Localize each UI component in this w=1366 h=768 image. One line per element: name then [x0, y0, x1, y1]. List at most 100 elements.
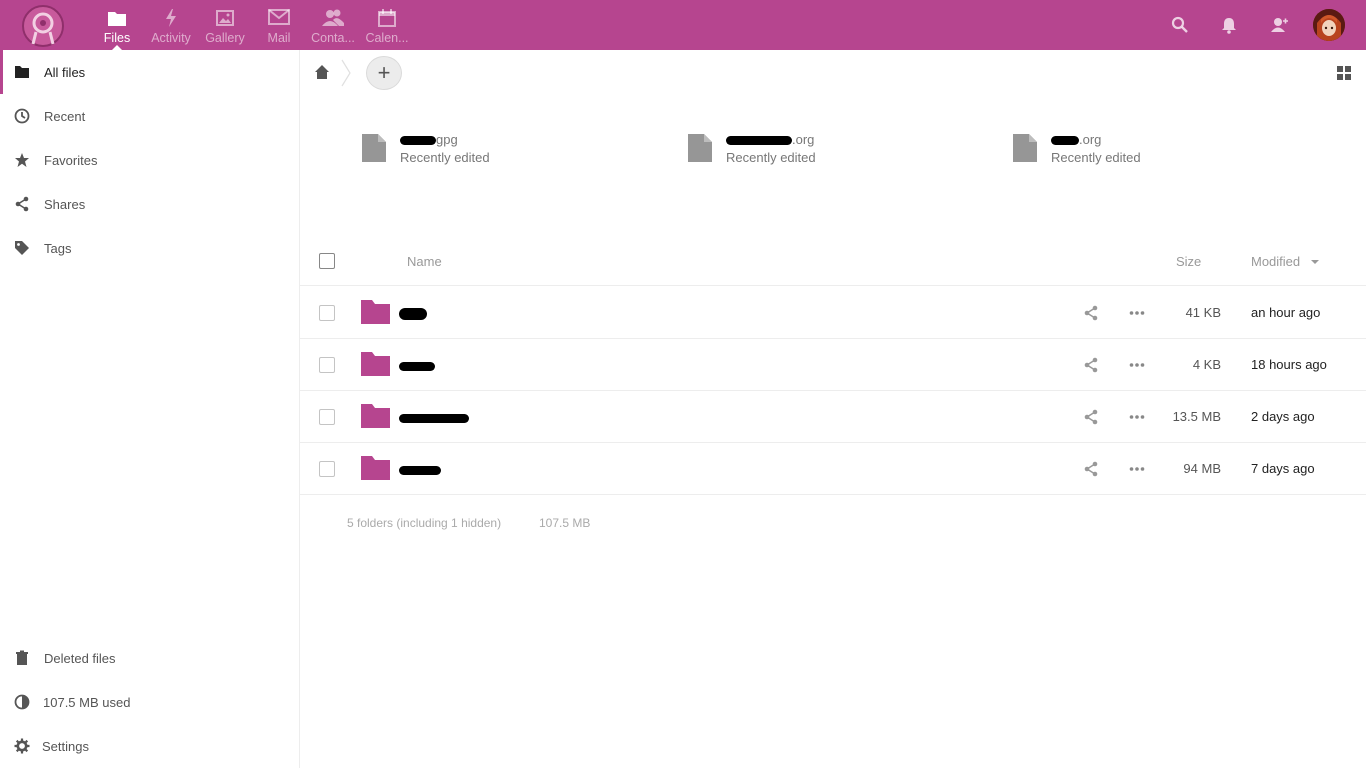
sidebar-item-label: Shares	[44, 197, 86, 212]
tag-icon	[15, 241, 29, 255]
sidebar: All files Recent Favorites Shares Tags D…	[0, 50, 300, 768]
app-calendar[interactable]: Calen...	[360, 0, 414, 50]
home-icon[interactable]	[314, 64, 330, 80]
calendar-icon	[378, 9, 396, 27]
app-files-label: Files	[103, 31, 131, 45]
file-modified: an hour ago	[1251, 305, 1321, 320]
recent-file-card[interactable]: .org Recently edited	[688, 130, 988, 174]
more-actions-icon[interactable]	[1129, 305, 1145, 321]
file-size: 4 KB	[1192, 357, 1221, 372]
recent-file-subtitle: Recently edited	[726, 150, 816, 165]
sidebar-item-quota: 107.5 MB used	[0, 680, 299, 724]
folder-icon	[15, 66, 29, 78]
folder-icon	[361, 352, 390, 376]
app-files[interactable]: Files	[90, 0, 144, 50]
sidebar-item-settings[interactable]: Settings	[0, 724, 299, 768]
main-content: + gpg Recently edited .org Recently edit…	[300, 50, 1366, 768]
notifications-icon[interactable]	[1219, 15, 1239, 35]
app-calendar-label: Calen...	[365, 31, 409, 45]
summary-count: 5 folders (including 1 hidden)	[347, 516, 502, 530]
row-checkbox[interactable]	[319, 461, 335, 477]
clock-icon	[14, 108, 30, 124]
recent-file-subtitle: Recently edited	[1051, 150, 1141, 165]
share-icon	[15, 196, 29, 212]
sidebar-item-deleted-files[interactable]: Deleted files	[0, 636, 299, 680]
file-icon	[1013, 134, 1037, 162]
sidebar-item-tags[interactable]: Tags	[0, 226, 299, 270]
app-mail-label: Mail	[267, 31, 291, 45]
file-name-redacted[interactable]	[399, 462, 441, 476]
share-icon[interactable]	[1083, 461, 1099, 477]
table-row[interactable]: 94 MB 7 days ago	[300, 443, 1366, 495]
app-contacts[interactable]: Conta...	[306, 0, 360, 50]
row-checkbox[interactable]	[319, 357, 335, 373]
sidebar-item-label: Favorites	[44, 153, 98, 168]
avatar[interactable]	[1313, 9, 1345, 41]
lightning-icon	[166, 9, 176, 27]
share-icon[interactable]	[1083, 357, 1099, 373]
file-modified: 18 hours ago	[1251, 357, 1327, 372]
file-size: 13.5 MB	[1172, 409, 1221, 424]
app-menu: Files Activity Gallery Mail Conta... Cal…	[90, 0, 414, 50]
share-icon[interactable]	[1083, 305, 1099, 321]
recent-file-card[interactable]: .org Recently edited	[1013, 130, 1313, 174]
file-name-redacted[interactable]	[399, 306, 427, 321]
table-row[interactable]: 13.5 MB 2 days ago	[300, 391, 1366, 443]
row-checkbox[interactable]	[319, 305, 335, 321]
redaction-mark	[1051, 136, 1079, 146]
summary-total-size: 107.5 MB	[539, 516, 591, 530]
sort-descending-icon	[1311, 260, 1319, 264]
table-row[interactable]: 4 KB 18 hours ago	[300, 339, 1366, 391]
recent-file-card[interactable]: gpg Recently edited	[362, 130, 662, 174]
app-gallery-label: Gallery	[205, 31, 245, 45]
grid-view-icon[interactable]	[1336, 65, 1352, 81]
app-mail[interactable]: Mail	[252, 0, 306, 50]
table-row[interactable]: 41 KB an hour ago	[300, 287, 1366, 339]
redaction-mark	[399, 308, 427, 321]
sidebar-item-label: Deleted files	[44, 651, 116, 666]
column-size[interactable]: Size	[1176, 254, 1201, 269]
gear-icon	[14, 738, 30, 754]
new-file-button[interactable]: +	[366, 56, 402, 90]
search-icon[interactable]	[1170, 15, 1190, 35]
file-icon	[688, 134, 712, 162]
sidebar-item-all-files[interactable]: All files	[0, 50, 299, 94]
column-name[interactable]: Name	[407, 254, 442, 269]
quota-icon	[14, 694, 30, 710]
select-all-checkbox[interactable]	[319, 253, 335, 269]
more-actions-icon[interactable]	[1129, 357, 1145, 373]
folder-icon	[361, 456, 390, 480]
folder-icon	[361, 404, 390, 428]
sidebar-item-shares[interactable]: Shares	[0, 182, 299, 226]
redaction-mark	[399, 414, 469, 424]
row-checkbox[interactable]	[319, 409, 335, 425]
file-size: 41 KB	[1185, 305, 1221, 320]
contacts-menu-icon[interactable]	[1269, 15, 1289, 35]
app-gallery[interactable]: Gallery	[198, 0, 252, 50]
redaction-mark	[399, 362, 435, 372]
app-activity[interactable]: Activity	[144, 0, 198, 50]
sidebar-item-label: Recent	[44, 109, 86, 124]
trash-icon	[16, 650, 28, 665]
redaction-mark	[399, 466, 441, 476]
file-name-redacted[interactable]	[399, 410, 469, 424]
column-modified[interactable]: Modified	[1251, 254, 1300, 269]
file-modified: 7 days ago	[1251, 461, 1315, 476]
file-name-redacted[interactable]	[399, 358, 435, 372]
sidebar-item-recent[interactable]: Recent	[0, 94, 299, 138]
sidebar-item-favorites[interactable]: Favorites	[0, 138, 299, 182]
sidebar-item-label: Tags	[44, 241, 72, 256]
contacts-icon	[322, 9, 344, 26]
more-actions-icon[interactable]	[1129, 409, 1145, 425]
recent-file-name: .org	[1051, 132, 1101, 147]
redaction-mark	[400, 136, 436, 146]
sidebar-item-label: 107.5 MB used	[43, 695, 131, 710]
share-icon[interactable]	[1083, 409, 1099, 425]
recent-file-name: gpg	[400, 132, 458, 147]
recent-file-name: .org	[726, 132, 814, 147]
more-actions-icon[interactable]	[1129, 461, 1145, 477]
folder-icon	[108, 12, 126, 26]
logo[interactable]	[19, 4, 67, 48]
file-modified: 2 days ago	[1251, 409, 1315, 424]
redaction-mark	[726, 136, 792, 146]
